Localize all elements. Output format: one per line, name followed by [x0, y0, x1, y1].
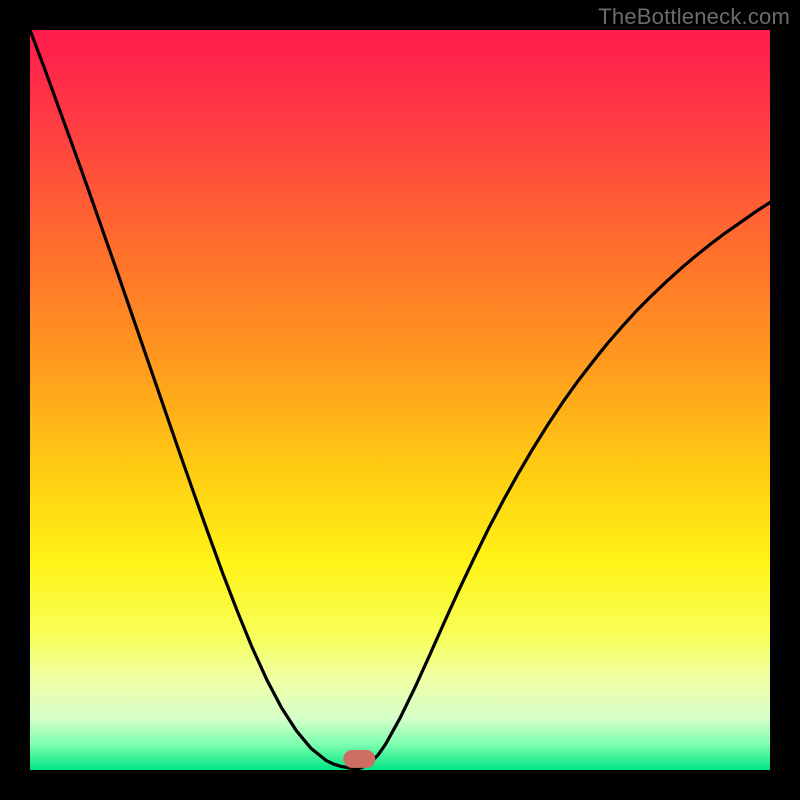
watermark-text: TheBottleneck.com [598, 4, 790, 30]
image-frame: TheBottleneck.com [0, 0, 800, 800]
bottleneck-chart [0, 0, 800, 800]
optimal-marker [343, 750, 375, 768]
plot-background [30, 30, 770, 770]
